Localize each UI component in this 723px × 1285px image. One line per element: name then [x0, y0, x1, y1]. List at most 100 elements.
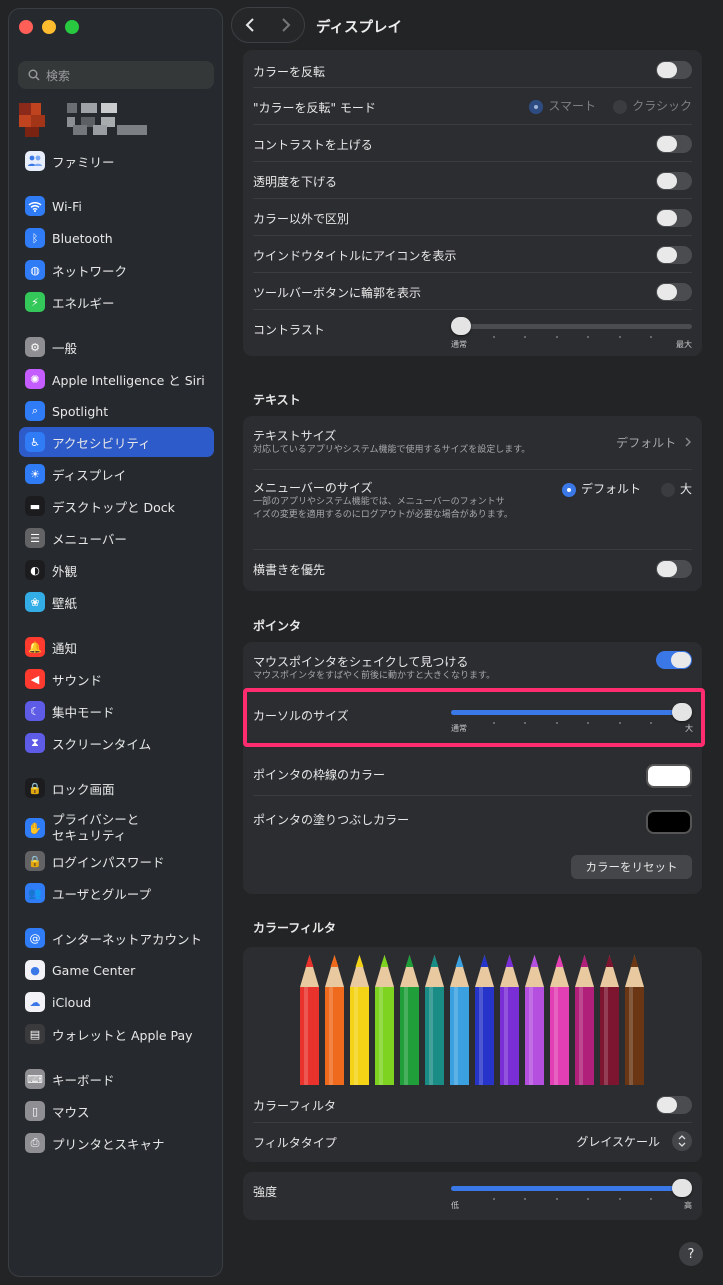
sidebar-item-cloud[interactable]: ☁ iCloud [19, 987, 214, 1017]
invert-colors-label: カラーを反転 [253, 65, 326, 79]
toolbar-outline-toggle[interactable] [656, 283, 692, 301]
slider-tick [524, 722, 527, 724]
minimize-window-button[interactable] [42, 20, 56, 34]
at-icon: @ [25, 928, 45, 948]
invert-colors-toggle[interactable] [656, 61, 692, 79]
sidebar-item-battery[interactable]: ⚡ エネルギー [19, 287, 214, 317]
reduce-transparency-toggle[interactable] [656, 172, 692, 190]
shake-to-locate-description: マウスポインタをすばやく前後に動かすと大きくなります。 [253, 671, 496, 681]
sidebar-item-keyboard[interactable]: ⌨ キーボード [19, 1064, 214, 1094]
reset-colors-button[interactable]: カラーをリセット [571, 855, 692, 879]
intensity-slider-fill [451, 1186, 682, 1191]
shake-to-locate-toggle[interactable] [656, 651, 692, 669]
sidebar-item-label: ウォレットと Apple Pay [52, 1027, 193, 1043]
sidebar-item-speaker[interactable]: ◀ サウンド [19, 664, 214, 694]
sidebar-item-hand[interactable]: ✋ プライバシーと セキュリティ [19, 809, 214, 847]
menubar-size-large-radio[interactable]: 大 [660, 480, 692, 497]
sidebar-item-label: 外観 [52, 563, 78, 579]
page-title: ディスプレイ [316, 20, 402, 36]
sidebar-item-siri[interactable]: ✺ Apple Intelligence と Siri [19, 364, 214, 394]
search-placeholder: 検索 [46, 68, 71, 83]
color-filter-toggle[interactable] [656, 1096, 692, 1114]
moon-icon: ☾ [25, 701, 45, 721]
sidebar-item-printer[interactable]: ⎙ プリンタとスキャナ [19, 1128, 214, 1158]
sidebar-item-label: 集中モード [52, 704, 115, 720]
back-button[interactable] [232, 8, 268, 42]
invert-mode-classic-label: クラシック [632, 99, 692, 113]
sidebar-item-label: Spotlight [52, 403, 109, 419]
cursor-size-slider-knob[interactable] [672, 703, 692, 721]
pointer-fill-color-well[interactable] [646, 810, 692, 834]
sidebar-item-bell[interactable]: 🔔 通知 [19, 632, 214, 662]
pencil [375, 955, 394, 1085]
prefer-horizontal-label: 横書きを優先 [253, 563, 326, 577]
pencil [400, 955, 419, 1085]
sidebar-item-family[interactable]: ファミリー [19, 146, 214, 176]
sidebar-item-label: ユーザとグループ [52, 886, 152, 902]
sidebar-item-bluetooth[interactable]: ᛒ Bluetooth [19, 223, 214, 253]
sidebar-item-lock[interactable]: 🔒 ログインパスワード [19, 846, 214, 876]
sidebar-item-at[interactable]: @ インターネットアカウント [19, 923, 214, 953]
apple-account-profile[interactable] [19, 103, 209, 143]
sidebar-item-dock[interactable]: ▬ デスクトップと Dock [19, 491, 214, 521]
intensity-slider[interactable] [451, 1179, 692, 1200]
sidebar: 検索 ファミリー Wi-Fi ᛒ Bluetooth ◍ ネットワーク ⚡ エネルギー ⚙ 一般… [8, 8, 223, 1277]
color-filter-label: カラーフィルタ [253, 1099, 337, 1113]
contrast-slider-knob[interactable] [451, 317, 471, 335]
sidebar-item-users[interactable]: 👥 ユーザとグループ [19, 878, 214, 908]
radio-selected-icon [561, 482, 576, 497]
speaker-icon: ◀ [25, 669, 45, 689]
siri-icon: ✺ [25, 369, 45, 389]
sidebar-item-hourglass[interactable]: ⧗ スクリーンタイム [19, 728, 214, 758]
text-group: テキストサイズ 対応しているアプリやシステム機能で使用するサイズを設定します。 … [243, 416, 702, 591]
globe-icon: ◍ [25, 260, 45, 280]
sidebar-item-moon[interactable]: ☾ 集中モード [19, 696, 214, 726]
sidebar-item-gear[interactable]: ⚙ 一般 [19, 332, 214, 362]
forward-button[interactable] [268, 8, 304, 42]
toolbar-outline-label: ツールバーボタンに輪郭を表示 [253, 286, 422, 300]
slider-tick [618, 336, 621, 338]
intensity-slider-knob[interactable] [672, 1179, 692, 1197]
gear-icon: ⚙ [25, 337, 45, 357]
sidebar-item-label: スクリーンタイム [52, 736, 152, 752]
sidebar-item-lock-screen[interactable]: 🔒 ロック画面 [19, 773, 214, 803]
sidebar-item-game-center[interactable]: ● Game Center [19, 955, 214, 985]
increase-contrast-toggle[interactable] [656, 135, 692, 153]
sidebar-item-appearance[interactable]: ◐ 外観 [19, 555, 214, 585]
sidebar-item-label: ロック画面 [52, 781, 115, 797]
intensity-max-label: 高 [684, 1201, 692, 1210]
zoom-window-button[interactable] [65, 20, 79, 34]
menubar-size-default-radio[interactable]: デフォルト [561, 480, 641, 497]
sidebar-item-label: Apple Intelligence と Siri [52, 372, 205, 388]
contrast-slider[interactable] [451, 317, 692, 338]
pointer-outline-color-well[interactable] [646, 764, 692, 788]
menubar-icon: ☰ [25, 528, 45, 548]
navigation-buttons [231, 7, 305, 43]
sidebar-item-wallet[interactable]: ▤ ウォレットと Apple Pay [19, 1019, 214, 1049]
search-input[interactable]: 検索 [18, 61, 214, 89]
close-window-button[interactable] [19, 20, 33, 34]
window-title-icons-toggle[interactable] [656, 246, 692, 264]
cursor-size-max-label: 大 [685, 724, 693, 733]
prefer-horizontal-toggle[interactable] [656, 560, 692, 578]
sidebar-item-sun[interactable]: ☀ ディスプレイ [19, 459, 214, 489]
sidebar-item-globe[interactable]: ◍ ネットワーク [19, 255, 214, 285]
invert-mode-smart-label: スマート [548, 99, 596, 113]
filter-type-select[interactable]: グレイスケール [576, 1131, 692, 1151]
text-size-button[interactable]: デフォルト [616, 434, 692, 451]
sidebar-item-label: キーボード [52, 1072, 115, 1088]
differentiate-color-toggle[interactable] [656, 209, 692, 227]
sidebar-item-menubar[interactable]: ☰ メニューバー [19, 523, 214, 553]
sidebar-item-mouse[interactable]: ▯ マウス [19, 1096, 214, 1126]
invert-mode-smart-radio[interactable]: スマート [529, 97, 596, 114]
radio-unselected-icon [660, 482, 675, 497]
color-pencils-preview [300, 955, 644, 1085]
sidebar-item-accessibility[interactable]: ♿ アクセシビリティ [19, 427, 214, 457]
wifi-icon [25, 196, 45, 216]
help-button[interactable]: ? [679, 1242, 703, 1266]
sidebar-item-magnifier[interactable]: ⌕ Spotlight [19, 396, 214, 426]
invert-mode-classic-radio[interactable]: クラシック [613, 97, 692, 114]
sidebar-item-flower[interactable]: ❀ 壁紙 [19, 587, 214, 617]
sidebar-item-wifi[interactable]: Wi-Fi [19, 191, 214, 221]
cursor-size-slider[interactable] [451, 703, 692, 724]
